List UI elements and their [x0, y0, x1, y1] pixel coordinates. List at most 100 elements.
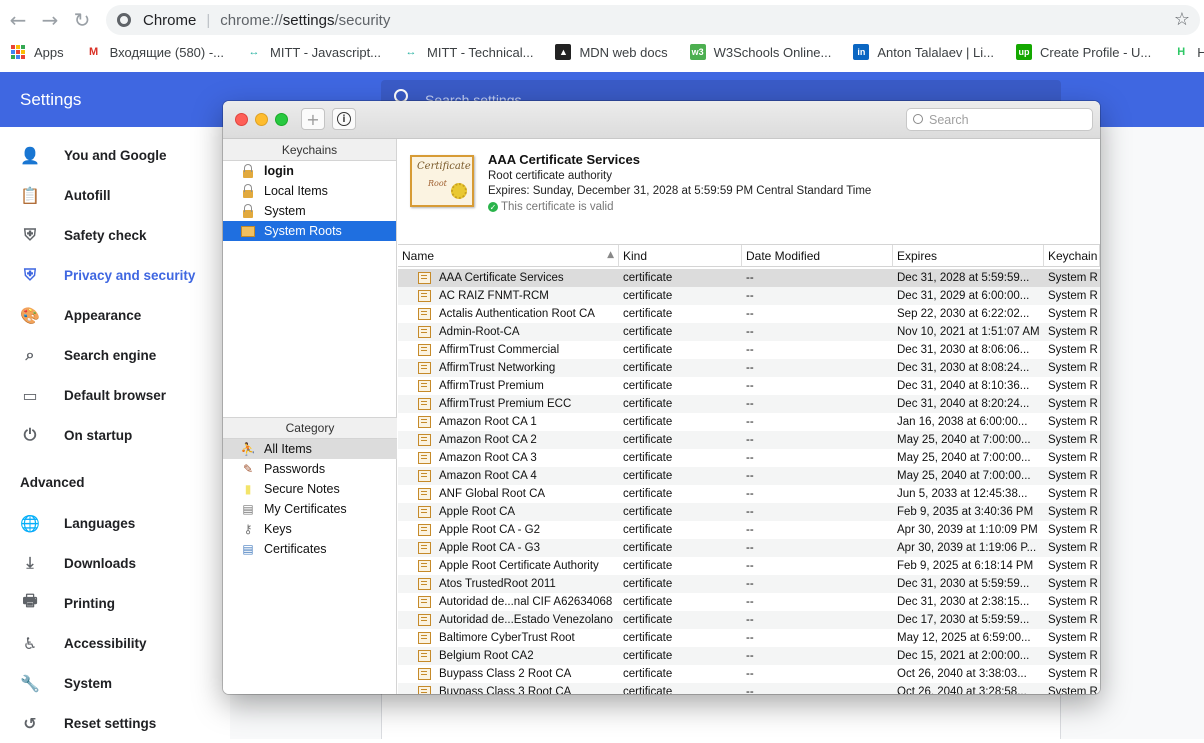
bookmark-item[interactable]: M Входящие (580) -... — [86, 44, 224, 60]
table-row[interactable]: Atos TrustedRoot 2011 certificate -- Dec 31… — [398, 575, 1100, 593]
category-item[interactable]: ✎ Passwords — [223, 459, 397, 479]
table-row[interactable]: AffirmTrust Networking certificate -- Dec 3… — [398, 359, 1100, 377]
table-row[interactable]: Amazon Root CA 2 certificate -- May 25, 204… — [398, 431, 1100, 449]
column-header-kind[interactable]: Kind — [619, 245, 742, 267]
bookmark-item[interactable]: ▲ MDN web docs — [555, 44, 668, 60]
add-item-button[interactable]: + — [301, 108, 325, 130]
category-item[interactable]: ⚷ Keys — [223, 519, 397, 539]
sidebar-item[interactable]: 🎨 Appearance — [0, 295, 230, 335]
forward-arrow-icon[interactable]: → — [37, 7, 63, 33]
table-row[interactable]: AffirmTrust Premium certificate -- Dec 31, … — [398, 377, 1100, 395]
table-row[interactable]: AC RAIZ FNMT-RCM certificate -- Dec 31, 202… — [398, 287, 1100, 305]
sidebar-item[interactable]: ↺ Reset settings — [0, 703, 230, 743]
page-title: Settings — [20, 90, 82, 109]
bookmark-item[interactable]: ↔ MITT - Javascript... — [246, 44, 382, 60]
column-header-name[interactable]: Name ▲ — [398, 245, 619, 267]
table-cell: Apple Root CA — [439, 506, 516, 518]
category-item[interactable]: ▤ My Certificates — [223, 499, 397, 519]
sidebar-item[interactable]: 📋 Autofill — [0, 175, 230, 215]
category-list: ⛹ All Items ✎ Passwords ▮ Secure Notes ▤ My Cer… — [223, 439, 397, 559]
table-cell: System Ro — [1048, 380, 1098, 392]
bookmark-item[interactable]: H HackerRa — [1173, 44, 1204, 60]
address-bar[interactable]: Chrome | chrome://settings/security ☆ — [106, 5, 1200, 35]
column-header-date-modified[interactable]: Date Modified — [742, 245, 893, 267]
sort-ascending-icon[interactable]: ▲ — [607, 250, 614, 260]
sidebar-item[interactable]: ⌕ Search engine — [0, 335, 230, 375]
upwork-icon: up — [1015, 44, 1032, 60]
bookmark-label: MDN web docs — [579, 44, 668, 60]
table-cell: -- — [746, 290, 754, 302]
table-row[interactable]: AAA Certificate Services certificate -- Dec… — [398, 269, 1100, 287]
sidebar-item-label: Appearance — [64, 307, 142, 323]
reload-icon[interactable]: ↻ — [69, 7, 95, 33]
bookmark-item[interactable]: in Anton Talalaev | Li... — [853, 44, 994, 60]
certificate-validity: ✓ This certificate is valid — [488, 201, 613, 213]
omnibox-separator: | — [206, 11, 211, 29]
table-row[interactable]: Apple Root CA - G2 certificate -- Apr 30, 2… — [398, 521, 1100, 539]
bookmark-star-icon[interactable]: ☆ — [1174, 9, 1190, 30]
sidebar-item[interactable]: ⛨ Safety check — [0, 215, 230, 255]
mitt-icon: ↔ — [405, 46, 417, 58]
sidebar-item[interactable]: 👤 You and Google — [0, 135, 230, 175]
category-item[interactable]: ⛹ All Items — [223, 439, 397, 459]
table-row[interactable]: ANF Global Root CA certificate -- Jun 5, 20… — [398, 485, 1100, 503]
bookmark-item[interactable]: up Create Profile - U... — [1015, 44, 1151, 60]
back-arrow-icon[interactable]: ← — [5, 7, 31, 33]
w3schools-icon: w3 — [689, 44, 706, 60]
category-item[interactable]: ▮ Secure Notes — [223, 479, 397, 499]
table-row[interactable]: Baltimore CyberTrust Root certificate -- Ma… — [398, 629, 1100, 647]
close-window-button[interactable] — [235, 113, 248, 126]
sidebar-advanced-toggle[interactable]: Advanced — [20, 475, 85, 490]
bookmark-item[interactable]: w3 W3Schools Online... — [689, 44, 831, 60]
get-info-button[interactable]: i — [332, 108, 356, 130]
sidebar-item[interactable]: ⤓ Downloads — [0, 543, 230, 583]
table-row[interactable]: Apple Root CA certificate -- Feb 9, 2035 at… — [398, 503, 1100, 521]
keychain-item[interactable]: System Roots — [223, 221, 396, 241]
table-row[interactable]: Apple Root Certificate Authority certific… — [398, 557, 1100, 575]
table-row[interactable]: Belgium Root CA2 certificate -- Dec 15, 202… — [398, 647, 1100, 665]
sidebar-item[interactable]: ▭ Default browser — [0, 375, 230, 415]
lock-icon — [240, 203, 256, 219]
site-info-icon[interactable] — [117, 13, 131, 27]
sidebar-item[interactable]: 🔧 System — [0, 663, 230, 703]
table-row[interactable]: AffirmTrust Premium ECC certificate -- Dec … — [398, 395, 1100, 413]
category-item[interactable]: ▤ Certificates — [223, 539, 397, 559]
table-cell: Jun 5, 2033 at 12:45:38... — [897, 488, 1028, 500]
table-row[interactable]: Amazon Root CA 3 certificate -- May 25, 204… — [398, 449, 1100, 467]
keychain-search-input[interactable]: Search — [906, 108, 1093, 131]
table-row[interactable]: Amazon Root CA 1 certificate -- Jan 16, 203… — [398, 413, 1100, 431]
sidebar-item[interactable]: 🌐 Languages — [0, 503, 230, 543]
table-row[interactable]: Buypass Class 3 Root CA certificate -- Oct … — [398, 683, 1100, 694]
table-row[interactable]: AffirmTrust Commercial certificate -- Dec 3… — [398, 341, 1100, 359]
sidebar-item[interactable]: 🖶 Printing — [0, 583, 230, 623]
sidebar-item[interactable]: ♿ Accessibility — [0, 623, 230, 663]
bookmark-item[interactable]: Apps — [10, 44, 64, 60]
sidebar-item[interactable]: ⏻ On startup — [0, 415, 230, 455]
table-row[interactable]: Autoridad de...Estado Venezolano certific… — [398, 611, 1100, 629]
bookmark-item[interactable]: ↔ MITT - Technical... — [403, 44, 534, 60]
table-row[interactable]: Apple Root CA - G3 certificate -- Apr 30, 2… — [398, 539, 1100, 557]
zoom-window-button[interactable] — [275, 113, 288, 126]
keychain-item[interactable]: login — [223, 161, 396, 181]
table-row[interactable]: Autoridad de...nal CIF A62634068 certific… — [398, 593, 1100, 611]
column-header-expires[interactable]: Expires — [893, 245, 1044, 267]
keychain-item[interactable]: Local Items — [223, 181, 396, 201]
column-header-keychain[interactable]: Keychain — [1044, 245, 1100, 267]
certificate-icon — [418, 506, 431, 518]
bookmark-label: MITT - Technical... — [427, 44, 534, 60]
table-row[interactable]: Buypass Class 2 Root CA certificate -- Oct … — [398, 665, 1100, 683]
table-cell: -- — [746, 380, 754, 392]
sidebar-item-label: Reset settings — [64, 715, 157, 731]
table-cell: certificate — [623, 542, 673, 554]
linkedin-icon: in — [853, 44, 870, 60]
table-row[interactable]: Amazon Root CA 4 certificate -- May 25, 204… — [398, 467, 1100, 485]
minimize-window-button[interactable] — [255, 113, 268, 126]
lock-icon — [240, 163, 256, 179]
keychain-sidebar: Keychains login Local Items System System R… — [223, 139, 397, 694]
category-item-label: Keys — [264, 522, 292, 536]
keychain-item[interactable]: System — [223, 201, 396, 221]
sidebar-item[interactable]: ⛨ Privacy and security — [0, 255, 230, 295]
table-row[interactable]: Admin-Root-CA certificate -- Nov 10, 2021 a… — [398, 323, 1100, 341]
table-row[interactable]: Actalis Authentication Root CA certificat… — [398, 305, 1100, 323]
table-cell: Dec 31, 2030 at 2:38:15... — [897, 596, 1030, 608]
